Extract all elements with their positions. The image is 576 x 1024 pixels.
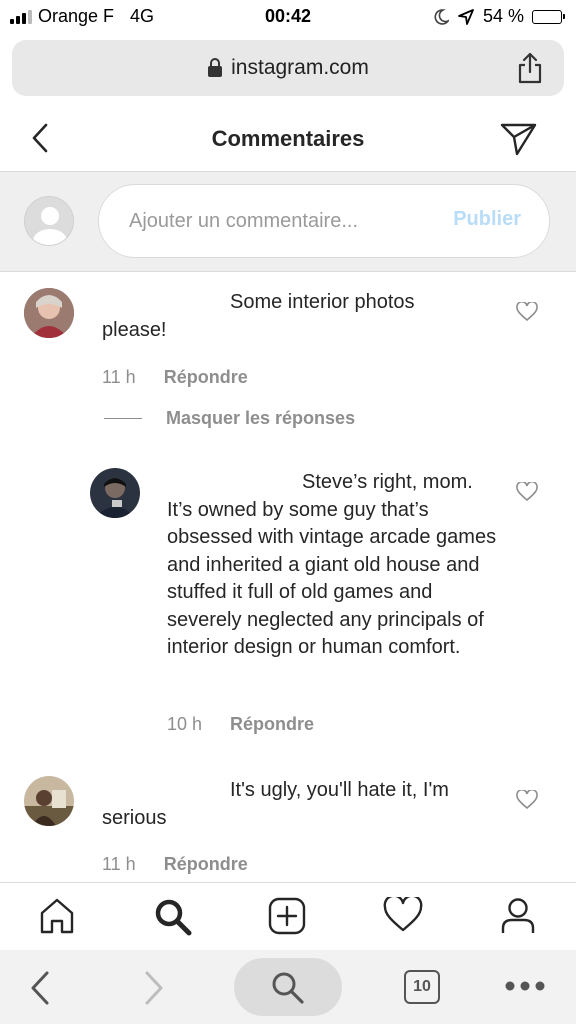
back-arrow-icon[interactable] [28, 970, 52, 1006]
forward-arrow-icon[interactable] [142, 970, 166, 1006]
reply-time: 10 h [167, 714, 203, 734]
commenter-avatar[interactable] [24, 776, 74, 826]
status-right-group: 54 % [433, 6, 565, 27]
direct-send-icon[interactable] [500, 122, 538, 156]
publish-button[interactable]: Publier [453, 208, 521, 231]
comment-time: 11 h [102, 854, 136, 874]
replier-avatar[interactable] [90, 468, 140, 518]
browser-toolbar: 10 [0, 950, 576, 1024]
avatar-photo [90, 468, 140, 518]
like-heart-icon[interactable] [516, 302, 538, 322]
comment-meta: 11 h Répondre [102, 854, 248, 875]
comment-compose-bar: Publier [0, 172, 576, 272]
avatar-photo [24, 776, 74, 826]
tabs-icon[interactable]: 10 [404, 970, 440, 1004]
comment-input-wrapper: Publier [98, 184, 550, 258]
share-icon[interactable] [516, 52, 544, 84]
reply-text: Steve’s right, mom. It’s owned by some g… [167, 471, 497, 658]
commenter-avatar[interactable] [24, 288, 74, 338]
comment-meta: 11 h Répondre [102, 367, 248, 388]
current-user-avatar [24, 196, 74, 246]
battery-icon [532, 9, 565, 24]
like-heart-icon[interactable] [516, 482, 538, 502]
moon-icon [434, 8, 449, 25]
comment-item: It's ugly, you'll hate it, I'm serious 1… [0, 760, 576, 882]
location-arrow-icon [458, 8, 474, 25]
comments-header: Commentaires [0, 104, 576, 172]
like-heart-icon[interactable] [516, 790, 538, 810]
page-title: Commentaires [211, 126, 365, 151]
default-avatar-icon [33, 207, 67, 245]
comments-list[interactable]: Some interior photos please! 11 h Répondr… [0, 272, 576, 882]
reply-button[interactable]: Répondre [230, 714, 314, 734]
reply-item: Steve’s right, mom. It’s owned by some g… [0, 452, 576, 752]
status-bar: Orange F 4G 00:42 54 % [0, 0, 576, 34]
lock-icon [208, 58, 223, 78]
reply-button[interactable]: Répondre [164, 854, 248, 874]
more-icon[interactable] [504, 980, 546, 992]
instagram-bottom-nav [0, 882, 576, 950]
new-post-icon[interactable] [268, 897, 306, 935]
avatar-photo [24, 288, 74, 338]
search-icon [272, 972, 304, 1004]
reply-button[interactable]: Répondre [164, 367, 248, 387]
url-text: instagram.com [231, 56, 369, 79]
home-icon[interactable] [38, 897, 76, 935]
browser-search-button[interactable] [234, 958, 342, 1016]
profile-icon[interactable] [500, 897, 536, 935]
reply-meta: 10 h Répondre [167, 714, 314, 735]
comment-time: 11 h [102, 367, 136, 387]
comment-text: Some interior photos please! [102, 291, 415, 341]
comment-text: It's ugly, you'll hate it, I'm serious [102, 779, 449, 829]
hide-replies-button[interactable]: Masquer les réponses [104, 408, 355, 429]
hide-replies-label: Masquer les réponses [166, 408, 356, 428]
thread-line [104, 418, 142, 419]
activity-heart-icon[interactable] [383, 897, 423, 933]
search-icon[interactable] [153, 897, 193, 937]
url-display[interactable]: instagram.com [12, 56, 564, 80]
battery-percent: 54 % [482, 6, 524, 26]
comment-input[interactable] [129, 185, 429, 257]
address-bar[interactable]: instagram.com [12, 40, 564, 96]
